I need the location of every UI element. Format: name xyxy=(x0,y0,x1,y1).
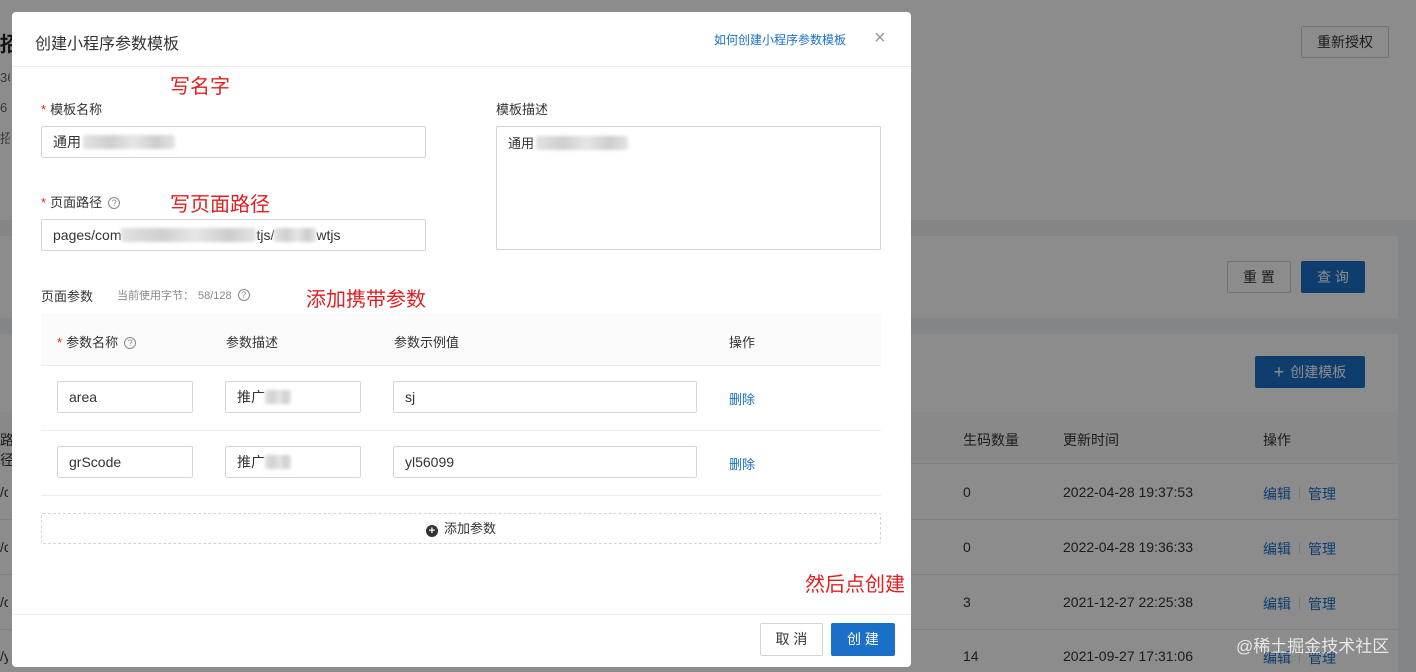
template-name-label: * 模板名称 xyxy=(41,99,102,118)
template-desc-textarea[interactable]: 通用 xyxy=(496,126,881,250)
delete-param-link[interactable]: 删除 xyxy=(729,389,755,408)
template-name-value: 通用 xyxy=(53,134,81,150)
redacted-text xyxy=(265,455,291,469)
page-path-value-c: wtjs xyxy=(316,227,341,243)
template-desc-label: 模板描述 xyxy=(496,102,549,117)
delete-param-link[interactable]: 删除 xyxy=(729,454,755,473)
param-example-input[interactable]: yl56099 xyxy=(393,446,697,478)
required-mark: * xyxy=(57,335,63,350)
redacted-text xyxy=(265,390,291,404)
template-name-input[interactable]: 通用 xyxy=(41,126,426,158)
params-table-header: * 参数名称? 参数描述 参数示例值 操作 xyxy=(41,314,881,366)
cancel-button[interactable]: 取 消 xyxy=(760,623,823,656)
param-name-header-text: 参数名称 xyxy=(66,335,119,350)
redacted-text xyxy=(274,228,317,242)
add-param-label: 添加参数 xyxy=(443,521,496,536)
add-param-button[interactable]: + 添加参数 xyxy=(41,513,881,544)
param-example-input[interactable]: sj xyxy=(393,381,697,413)
template-name-label-text: 模板名称 xyxy=(50,102,103,117)
help-circle-icon[interactable]: ? xyxy=(108,197,121,209)
param-desc-input[interactable]: 推广 xyxy=(225,446,361,478)
required-mark: * xyxy=(41,102,47,117)
param-row: area 推广 sj 删除 xyxy=(41,366,881,431)
param-example-header: 参数示例值 xyxy=(394,335,460,350)
redacted-text xyxy=(121,228,257,242)
annotation-write-name: 写名字 xyxy=(170,76,230,98)
param-name-header: * 参数名称? xyxy=(57,332,137,351)
help-circle-icon[interactable]: ? xyxy=(124,337,137,349)
param-desc-value: 推广 xyxy=(237,389,265,405)
plus-circle-icon: + xyxy=(425,525,438,537)
watermark: @稀土掘金技术社区 xyxy=(1236,637,1390,656)
bytes-usage: 当前使用字节： 58/128? xyxy=(117,287,250,303)
page-path-input[interactable]: pages/com tjs/wtjs xyxy=(41,219,426,251)
param-row: grScode 推广 yl56099 删除 xyxy=(41,431,881,496)
redacted-text xyxy=(536,136,629,150)
help-circle-icon[interactable]: ? xyxy=(237,289,250,301)
page-path-label-text: 页面路径 xyxy=(50,195,103,210)
create-param-template-modal: 创建小程序参数模板 如何创建小程序参数模板 × 写名字 * 模板名称 通用 模板描… xyxy=(12,12,911,667)
param-desc-value: 推广 xyxy=(237,454,265,470)
param-desc-header: 参数描述 xyxy=(226,335,279,350)
close-icon[interactable]: × xyxy=(874,28,886,48)
page-params-label: 页面参数 xyxy=(41,289,94,304)
bytes-usage-label: 当前使用字节： xyxy=(117,290,194,302)
bytes-usage-value: 58/128 xyxy=(198,290,232,302)
param-action-header: 操作 xyxy=(729,335,756,350)
page-path-label: * 页面路径? xyxy=(41,192,121,211)
annotation-then-create: 然后点创建 xyxy=(805,574,905,596)
param-name-input[interactable]: area xyxy=(57,381,193,413)
param-desc-input[interactable]: 推广 xyxy=(225,381,361,413)
page-path-value-a: pages/com xyxy=(53,227,122,243)
modal-header: 创建小程序参数模板 如何创建小程序参数模板 × xyxy=(12,12,911,67)
page-path-value-b: tjs/ xyxy=(256,227,275,243)
param-name-input[interactable]: grScode xyxy=(57,446,193,478)
annotation-write-path: 写页面路径 xyxy=(170,194,270,216)
template-desc-value: 通用 xyxy=(508,136,535,151)
help-link[interactable]: 如何创建小程序参数模板 xyxy=(714,31,846,48)
required-mark: * xyxy=(41,195,47,210)
annotation-add-params: 添加携带参数 xyxy=(306,289,426,311)
create-button[interactable]: 创 建 xyxy=(831,623,895,656)
redacted-text xyxy=(83,135,175,149)
modal-title: 创建小程序参数模板 xyxy=(35,36,180,53)
